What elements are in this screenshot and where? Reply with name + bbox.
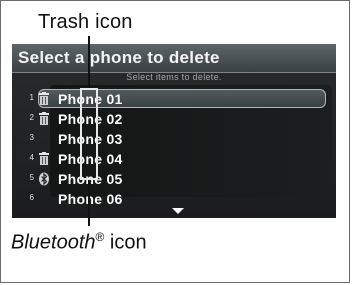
navigation-screen: Select a phone to delete Select items to… <box>12 44 336 218</box>
trash-callout-leader <box>88 36 90 88</box>
phone-row-3[interactable]: 3 Phone 03 <box>12 130 312 148</box>
icon-word: icon <box>104 231 147 254</box>
bluetooth-callout-leader <box>88 180 90 226</box>
trash-icon[interactable] <box>38 92 50 106</box>
trash-icon[interactable] <box>38 112 50 126</box>
ok-button[interactable]: OK <box>166 220 190 232</box>
screen-title: Select a phone to delete <box>18 48 220 67</box>
phone-row-5[interactable]: 5 Phone 05 <box>12 170 312 188</box>
trash-icon-callout: Trash icon <box>38 11 133 33</box>
row-number: 5 <box>29 173 34 182</box>
ok-down-arrow-icon[interactable] <box>172 208 184 214</box>
bluetooth-word: Bluetooth <box>11 231 96 254</box>
bluetooth-icon-callout: Bluetooth® icon <box>11 230 147 255</box>
row-number: 3 <box>29 133 34 142</box>
row-number: 4 <box>29 153 34 162</box>
phone-row-2[interactable]: 2 Phone 02 <box>12 110 312 128</box>
trash-icon[interactable] <box>38 152 50 166</box>
icon-column-outline <box>80 88 98 180</box>
screen-subtitle: Select items to delete. <box>126 72 222 82</box>
phone-row-6[interactable]: 6 Phone 06 <box>12 190 312 208</box>
phone-label: Phone 06 <box>58 191 123 207</box>
phone-row-4[interactable]: 4 Phone 04 <box>12 150 312 168</box>
bluetooth-icon <box>38 172 50 186</box>
title-bar: Select a phone to delete <box>12 44 336 73</box>
row-number: 6 <box>29 193 34 202</box>
row-number: 2 <box>29 113 34 122</box>
phone-row-1[interactable]: 1 Phone 01 <box>12 89 326 108</box>
row-number: 1 <box>29 93 34 102</box>
